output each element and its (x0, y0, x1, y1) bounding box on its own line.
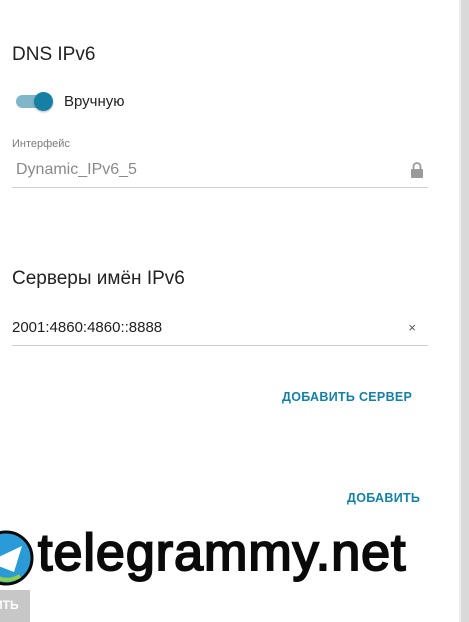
interface-value: Dynamic_IPv6_5 (16, 161, 137, 178)
toggle-thumb (34, 92, 53, 111)
clear-icon[interactable]: × (408, 320, 416, 335)
server-input-field[interactable]: 2001:4860:4860::8888 × (12, 310, 428, 346)
watermark-text: telegrammy.net (37, 523, 407, 583)
manual-mode-label: Вручную (64, 93, 125, 110)
dns-ipv6-title: DNS IPv6 (12, 44, 96, 65)
watermark-logo-icon (0, 530, 34, 586)
interface-field: Dynamic_IPv6_5 (12, 152, 428, 188)
bottom-apply-button[interactable]: ИТЬ (0, 590, 30, 622)
server-address[interactable]: 2001:4860:4860::8888 (12, 319, 162, 336)
add-button[interactable]: ДОБАВИТЬ (347, 491, 420, 505)
add-server-button[interactable]: ДОБАВИТЬ СЕРВЕР (282, 390, 412, 404)
name-servers-title: Серверы имён IPv6 (12, 268, 185, 289)
interface-label: Интерфейс (12, 138, 70, 150)
lock-icon (411, 162, 423, 178)
bottom-button-label: ИТЬ (0, 598, 19, 612)
panel-edge (461, 0, 469, 622)
manual-mode-toggle[interactable] (16, 92, 53, 111)
